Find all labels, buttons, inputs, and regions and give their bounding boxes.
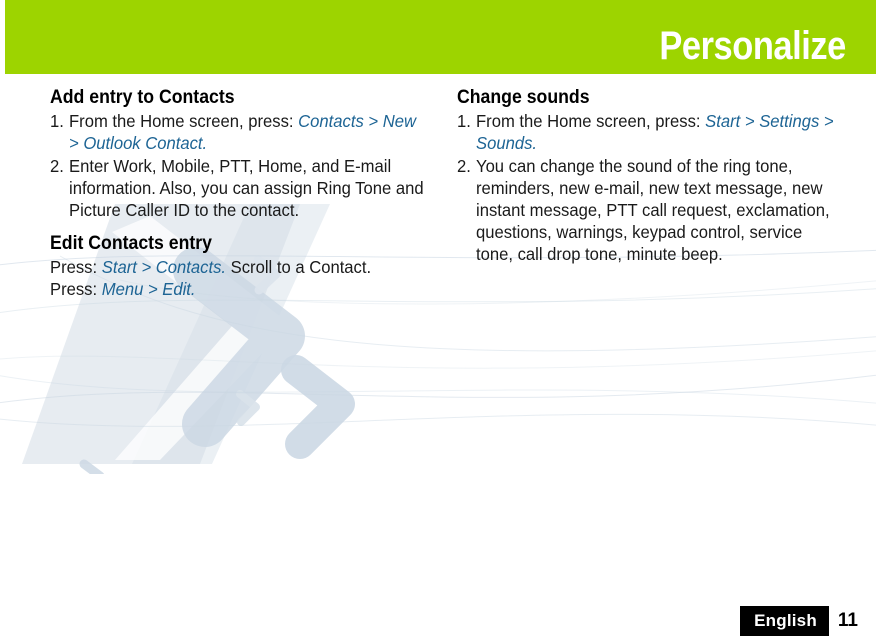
- left-column: Add entry to Contacts 1. From the Home sc…: [50, 86, 450, 300]
- step-item: 2. Enter Work, Mobile, PTT, Home, and E-m…: [50, 155, 430, 221]
- paragraph: Press: Menu > Edit.: [50, 278, 430, 300]
- footer-language-badge: English: [740, 606, 829, 636]
- step-item: 1. From the Home screen, press: Contacts …: [50, 110, 430, 154]
- step-text: From the Home screen, press:: [69, 111, 299, 131]
- page-footer: English 11: [740, 606, 864, 636]
- step-item: 2. You can change the sound of the ring t…: [457, 155, 837, 265]
- step-text: You can change the sound of the ring ton…: [476, 156, 830, 264]
- step-number: 1.: [50, 111, 64, 131]
- manual-page: Personalize Add entry to Contacts 1. From…: [0, 0, 876, 639]
- paragraph-command: Menu > Edit.: [101, 279, 196, 299]
- step-list-change-sounds: 1. From the Home screen, press: Start > S…: [457, 110, 857, 265]
- step-text: From the Home screen, press:: [476, 111, 706, 131]
- page-title: Personalize: [659, 24, 847, 68]
- paragraph-text: Press:: [50, 279, 102, 299]
- paragraph: Press: Start > Contacts. Scroll to a Con…: [50, 256, 430, 278]
- section-heading-change-sounds: Change sounds: [457, 87, 590, 108]
- page-content: Add entry to Contacts 1. From the Home sc…: [0, 74, 876, 594]
- step-text: Enter Work, Mobile, PTT, Home, and E-mai…: [69, 156, 424, 220]
- paragraph-text-tail: Scroll to a Contact.: [226, 257, 372, 277]
- step-number: 2.: [457, 156, 471, 176]
- step-number: 2.: [50, 156, 64, 176]
- paragraph-command: Start > Contacts.: [101, 257, 227, 277]
- right-column: Change sounds 1. From the Home screen, pr…: [457, 86, 857, 266]
- step-item: 1. From the Home screen, press: Start > S…: [457, 110, 837, 154]
- step-list-add-entry-to-contacts: 1. From the Home screen, press: Contacts …: [50, 110, 450, 221]
- section-heading-add-entry-to-contacts: Add entry to Contacts: [50, 87, 235, 108]
- footer-page-number: 11: [837, 610, 858, 631]
- step-number: 1.: [457, 111, 471, 131]
- section-heading-edit-contacts-entry: Edit Contacts entry: [50, 233, 213, 254]
- page-header-bar: Personalize: [5, 0, 876, 74]
- paragraph-text: Press:: [50, 257, 102, 277]
